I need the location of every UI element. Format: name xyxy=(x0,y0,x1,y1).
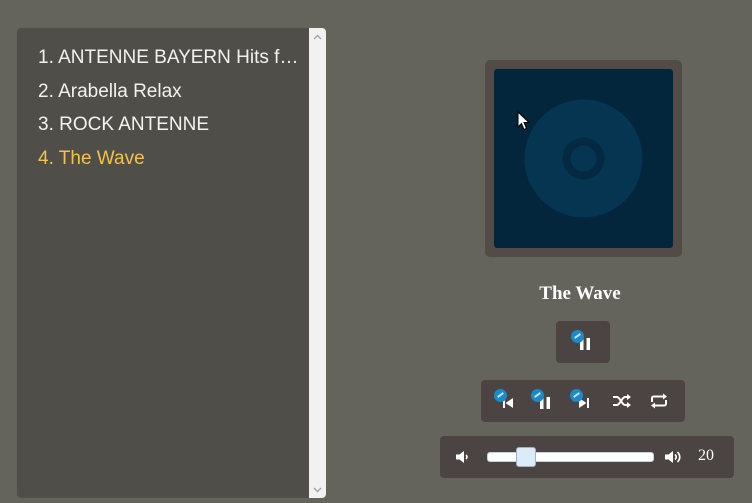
album-artwork xyxy=(494,69,673,248)
loading-badge-icon xyxy=(494,389,507,402)
transport-controls xyxy=(481,380,685,422)
now-playing-title: The Wave xyxy=(539,283,621,304)
shuffle-icon xyxy=(613,394,631,408)
main-pause-button[interactable] xyxy=(569,328,597,356)
volume-slider[interactable] xyxy=(487,447,654,467)
volume-slider-thumb[interactable] xyxy=(516,447,537,467)
volume-down-button[interactable] xyxy=(449,443,477,471)
volume-down-icon xyxy=(456,451,468,463)
loading-badge-icon xyxy=(571,330,584,343)
playlist-panel: 1. ANTENNE BAYERN Hits für Kids 2. Arabe… xyxy=(17,28,326,498)
mouse-cursor-icon xyxy=(517,110,531,136)
radio-player-app: 1. ANTENNE BAYERN Hits für Kids 2. Arabe… xyxy=(0,0,752,503)
playlist-item[interactable]: 3. ROCK ANTENNE xyxy=(38,111,303,145)
repeat-icon xyxy=(651,393,667,409)
artwork-frame xyxy=(485,60,682,257)
volume-controls: 20 xyxy=(440,436,734,478)
playlist: 1. ANTENNE BAYERN Hits für Kids 2. Arabe… xyxy=(17,28,326,178)
volume-slider-track[interactable] xyxy=(487,452,654,462)
scroll-up-arrow-icon[interactable] xyxy=(309,28,326,45)
pause-button[interactable] xyxy=(529,387,557,415)
playlist-item[interactable]: 2. Arabella Relax xyxy=(38,78,303,112)
playlist-scrollbar[interactable] xyxy=(309,28,326,498)
loading-badge-icon xyxy=(531,389,544,402)
next-button[interactable] xyxy=(568,387,596,415)
volume-value: 20 xyxy=(698,447,714,464)
playlist-item[interactable]: 4. The Wave xyxy=(38,145,303,179)
playlist-item[interactable]: 1. ANTENNE BAYERN Hits für Kids xyxy=(38,44,303,78)
volume-up-icon xyxy=(665,451,681,463)
loading-badge-icon xyxy=(570,389,583,402)
main-play-box xyxy=(556,321,610,363)
disc-icon xyxy=(524,99,643,218)
repeat-button[interactable] xyxy=(645,387,673,415)
previous-button[interactable] xyxy=(492,387,520,415)
volume-up-button[interactable] xyxy=(660,443,688,471)
shuffle-button[interactable] xyxy=(608,387,636,415)
scroll-down-arrow-icon[interactable] xyxy=(309,481,326,498)
